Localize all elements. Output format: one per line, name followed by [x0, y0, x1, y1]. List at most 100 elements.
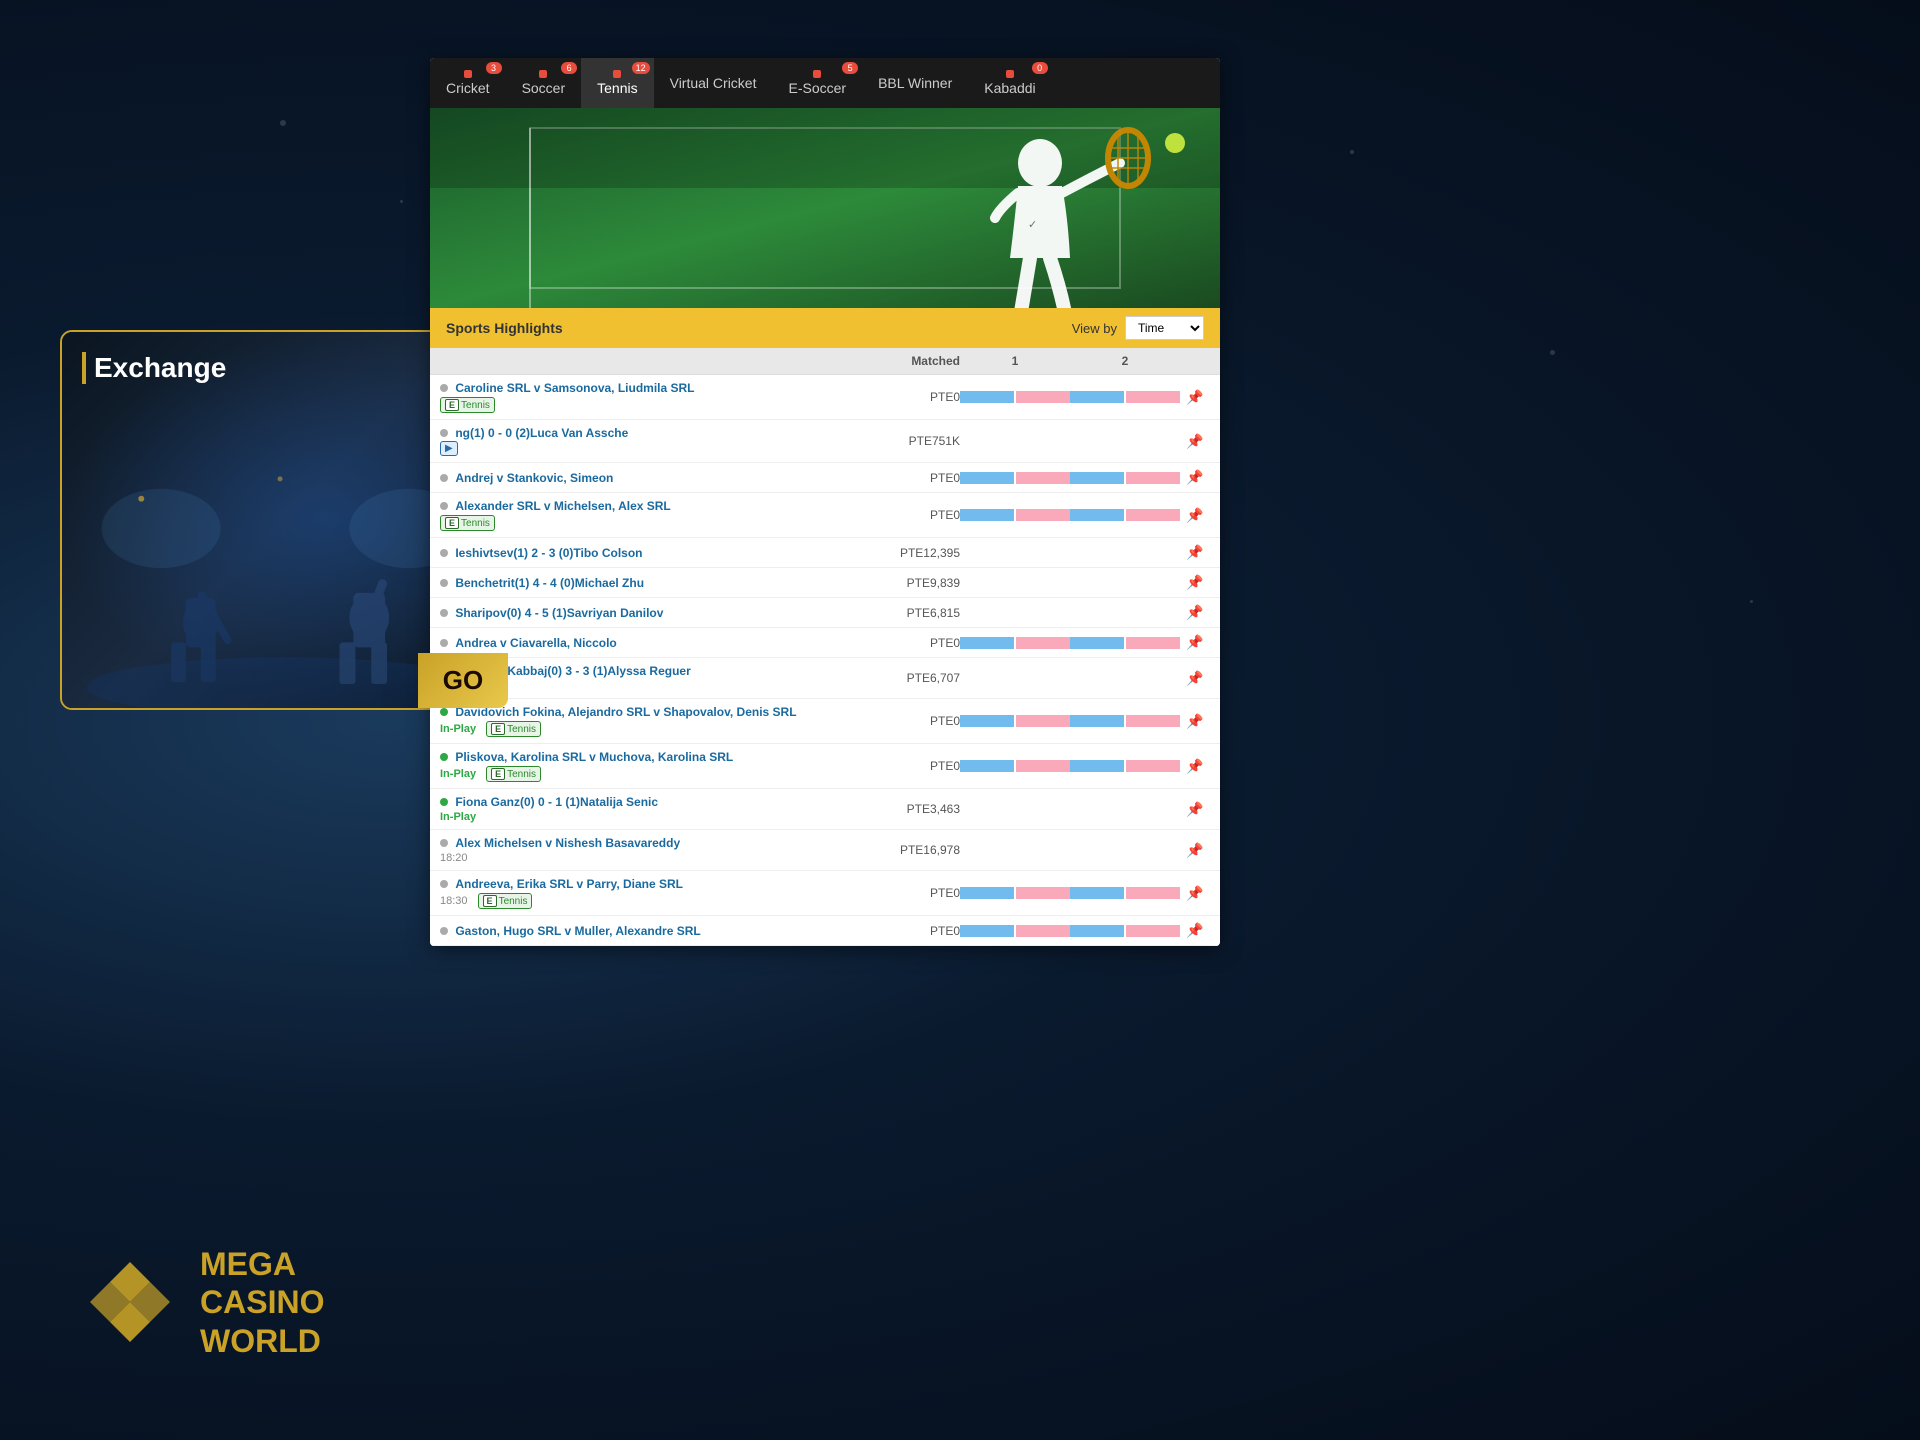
soccer-live-icon: [539, 70, 547, 78]
odds-1-3: [960, 509, 1070, 521]
back2-10[interactable]: [1070, 760, 1124, 772]
match-name-2[interactable]: Andrej v Stankovic, Simeon: [455, 471, 613, 485]
match-name-6[interactable]: Sharipov(0) 4 - 5 (1)Savriyan Danilov: [455, 606, 663, 620]
match-info-14: Gaston, Hugo SRL v Muller, Alexandre SRL: [440, 924, 860, 938]
pin-0[interactable]: 📌: [1180, 389, 1210, 406]
casino-logo-icon: [80, 1252, 180, 1352]
match-name-4[interactable]: Ieshivtsev(1) 2 - 3 (0)Tibo Colson: [455, 546, 642, 560]
pin-3[interactable]: 📌: [1180, 507, 1210, 524]
match-info-4: Ieshivtsev(1) 2 - 3 (0)Tibo Colson: [440, 546, 860, 560]
tab-tennis[interactable]: Tennis 12: [581, 58, 653, 108]
back-13[interactable]: [960, 887, 1014, 899]
back-10[interactable]: [960, 760, 1014, 772]
table-row: Davidovich Fokina, Alejandro SRL v Shapo…: [430, 699, 1220, 744]
lay-13[interactable]: [1016, 887, 1070, 899]
pin-6[interactable]: 📌: [1180, 604, 1210, 621]
lay2-0[interactable]: [1126, 391, 1180, 403]
esoccer-live-icon: [813, 70, 821, 78]
matched-5: PTE9,839: [860, 576, 960, 590]
sports-panel: Cricket 3 Soccer 6 Tennis 12 Virtual Cri…: [430, 58, 1220, 946]
back-9[interactable]: [960, 715, 1014, 727]
match-name-10[interactable]: Pliskova, Karolina SRL v Muchova, Karoli…: [455, 750, 733, 764]
lay-7[interactable]: [1016, 637, 1070, 649]
match-name-3[interactable]: Alexander SRL v Michelsen, Alex SRL: [455, 499, 670, 513]
match-info-9: Davidovich Fokina, Alejandro SRL v Shapo…: [440, 705, 860, 737]
back-7[interactable]: [960, 637, 1014, 649]
status-dot-1: [440, 429, 448, 437]
match-name-1[interactable]: ng(1) 0 - 0 (2)Luca Van Assche: [455, 426, 628, 440]
lay-0[interactable]: [1016, 391, 1070, 403]
lay-3[interactable]: [1016, 509, 1070, 521]
lay2-14[interactable]: [1126, 925, 1180, 937]
pin-14[interactable]: 📌: [1180, 922, 1210, 939]
status-dot-7: [440, 639, 448, 647]
table-row: Benchetrit(1) 4 - 4 (0)Michael Zhu PTE9,…: [430, 568, 1220, 598]
odds-2-9: [1070, 715, 1180, 727]
back-14[interactable]: [960, 925, 1014, 937]
lay-14[interactable]: [1016, 925, 1070, 937]
match-info-12: Alex Michelsen v Nishesh Basavareddy 18:…: [440, 836, 860, 864]
lay2-2[interactable]: [1126, 472, 1180, 484]
odds-2-2: [1070, 472, 1180, 484]
match-name-11[interactable]: Fiona Ganz(0) 0 - 1 (1)Natalija Senic: [455, 795, 658, 809]
pin-13[interactable]: 📌: [1180, 885, 1210, 902]
match-name-12[interactable]: Alex Michelsen v Nishesh Basavareddy: [455, 836, 680, 850]
tab-bbl-winner[interactable]: BBL Winner: [862, 63, 968, 103]
pin-12[interactable]: 📌: [1180, 842, 1210, 859]
pin-10[interactable]: 📌: [1180, 758, 1210, 775]
match-tag-10: E Tennis: [486, 766, 541, 782]
back2-2[interactable]: [1070, 472, 1124, 484]
pin-9[interactable]: 📌: [1180, 713, 1210, 730]
matched-10: PTE0: [860, 759, 960, 773]
match-name-5[interactable]: Benchetrit(1) 4 - 4 (0)Michael Zhu: [455, 576, 644, 590]
lay-2[interactable]: [1016, 472, 1070, 484]
status-dot-12: [440, 839, 448, 847]
status-dot-0: [440, 384, 448, 392]
pin-1[interactable]: 📌: [1180, 433, 1210, 450]
odds-1-10: [960, 760, 1070, 772]
table-row: Andrej v Stankovic, Simeon PTE0 📌: [430, 463, 1220, 493]
tab-soccer[interactable]: Soccer 6: [506, 58, 582, 108]
match-name-0[interactable]: Caroline SRL v Samsonova, Liudmila SRL: [455, 381, 694, 395]
back2-3[interactable]: [1070, 509, 1124, 521]
lay-10[interactable]: [1016, 760, 1070, 772]
tab-cricket[interactable]: Cricket 3: [430, 58, 506, 108]
lay2-3[interactable]: [1126, 509, 1180, 521]
back2-0[interactable]: [1070, 391, 1124, 403]
status-dot-11: [440, 798, 448, 806]
back2-9[interactable]: [1070, 715, 1124, 727]
tab-virtual-cricket[interactable]: Virtual Cricket: [654, 63, 773, 103]
back2-7[interactable]: [1070, 637, 1124, 649]
col-event: [440, 354, 860, 368]
back-2[interactable]: [960, 472, 1014, 484]
col-matched: Matched: [860, 354, 960, 368]
back2-13[interactable]: [1070, 887, 1124, 899]
match-name-13[interactable]: Andreeva, Erika SRL v Parry, Diane SRL: [455, 877, 683, 891]
go-button[interactable]: GO: [418, 653, 508, 708]
pin-2[interactable]: 📌: [1180, 469, 1210, 486]
lay2-10[interactable]: [1126, 760, 1180, 772]
status-dot-3: [440, 502, 448, 510]
nav-tabs: Cricket 3 Soccer 6 Tennis 12 Virtual Cri…: [430, 58, 1220, 108]
lay2-9[interactable]: [1126, 715, 1180, 727]
pin-7[interactable]: 📌: [1180, 634, 1210, 651]
lay-9[interactable]: [1016, 715, 1070, 727]
status-dot-4: [440, 549, 448, 557]
match-name-14[interactable]: Gaston, Hugo SRL v Muller, Alexandre SRL: [455, 924, 700, 938]
back-3[interactable]: [960, 509, 1014, 521]
pin-11[interactable]: 📌: [1180, 801, 1210, 818]
pin-8[interactable]: 📌: [1180, 670, 1210, 687]
back-0[interactable]: [960, 391, 1014, 403]
matched-11: PTE3,463: [860, 802, 960, 816]
tab-esoccer[interactable]: E-Soccer 5: [773, 58, 863, 108]
lay2-13[interactable]: [1126, 887, 1180, 899]
match-name-7[interactable]: Andrea v Ciavarella, Niccolo: [455, 636, 616, 650]
match-info-7: Andrea v Ciavarella, Niccolo: [440, 636, 860, 650]
tab-kabaddi[interactable]: Kabaddi 0: [968, 58, 1051, 108]
pin-4[interactable]: 📌: [1180, 544, 1210, 561]
view-by-select[interactable]: Time League: [1125, 316, 1204, 340]
matched-6: PTE6,815: [860, 606, 960, 620]
lay2-7[interactable]: [1126, 637, 1180, 649]
pin-5[interactable]: 📌: [1180, 574, 1210, 591]
back2-14[interactable]: [1070, 925, 1124, 937]
